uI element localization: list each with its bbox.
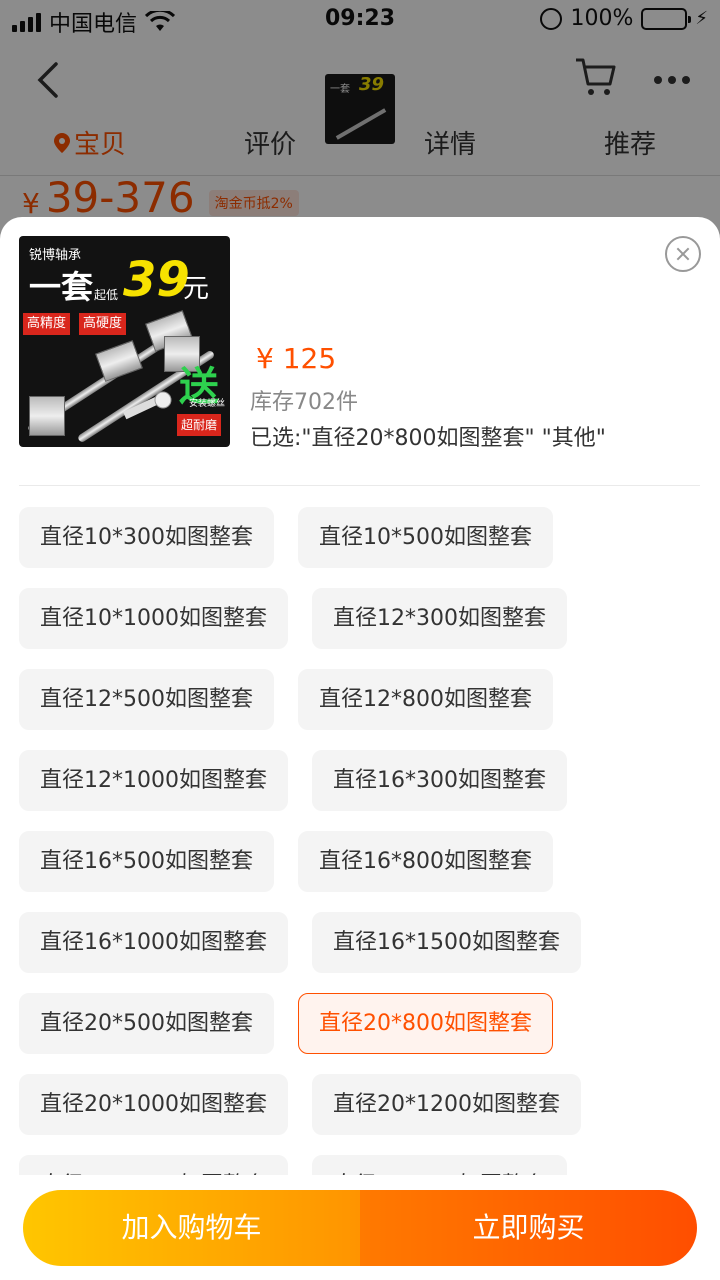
spec-option[interactable]: 直径10*300如图整套	[19, 507, 274, 568]
spec-option[interactable]: 直径20*500如图整套	[19, 993, 274, 1054]
stock-count: 库存702件	[250, 390, 358, 415]
spec-option[interactable]: 直径16*1500如图整套	[311, 912, 581, 973]
sku-selection-sheet: 锐博轴承 一套 起低 39 元 高精度 高硬度 送 安装螺丝 超耐磨 ¥ 125…	[0, 217, 720, 1280]
spec-option[interactable]: 直径20*1000如图整套	[19, 1074, 288, 1135]
spec-option[interactable]: 直径20*1500如图整套	[19, 1155, 288, 1175]
spec-option[interactable]: 直径12*500如图整套	[19, 669, 274, 730]
close-icon[interactable]	[665, 236, 701, 272]
spec-options: 直径10*300如图整套 直径10*500如图整套 直径10*1000如图整套 直径1…	[19, 507, 709, 1175]
spec-option[interactable]: 直径16*800如图整套	[298, 831, 553, 892]
spec-option[interactable]: 直径12*1000如图整套	[19, 750, 288, 811]
spec-option[interactable]: 直径16*300如图整套	[311, 750, 567, 811]
spec-option[interactable]: 直径25*500如图整套	[311, 1155, 567, 1175]
spec-option[interactable]: 直径16*1000如图整套	[19, 912, 288, 973]
spec-option-selected[interactable]: 直径20*800如图整套	[298, 993, 553, 1054]
spec-option[interactable]: 直径12*300如图整套	[311, 588, 567, 649]
spec-option[interactable]: 直径12*800如图整套	[298, 669, 553, 730]
spec-option[interactable]: 直径10*500如图整套	[298, 507, 553, 568]
buy-now-button[interactable]: 立即购买	[360, 1190, 697, 1266]
spec-option[interactable]: 直径16*500如图整套	[19, 831, 274, 892]
action-bar: 加入购物车 立即购买	[23, 1190, 697, 1266]
spec-option[interactable]: 直径10*1000如图整套	[19, 588, 288, 649]
screw-icon	[122, 391, 172, 420]
spec-option[interactable]: 直径20*1200如图整套	[311, 1074, 581, 1135]
add-to-cart-button[interactable]: 加入购物车	[23, 1190, 360, 1266]
divider	[19, 485, 700, 486]
selected-spec: 已选:"直径20*800如图整套" "其他"	[250, 426, 606, 451]
product-image[interactable]: 锐博轴承 一套 起低 39 元 高精度 高硬度 送 安装螺丝 超耐磨	[19, 236, 230, 447]
selected-price: ¥ 125	[256, 342, 337, 375]
